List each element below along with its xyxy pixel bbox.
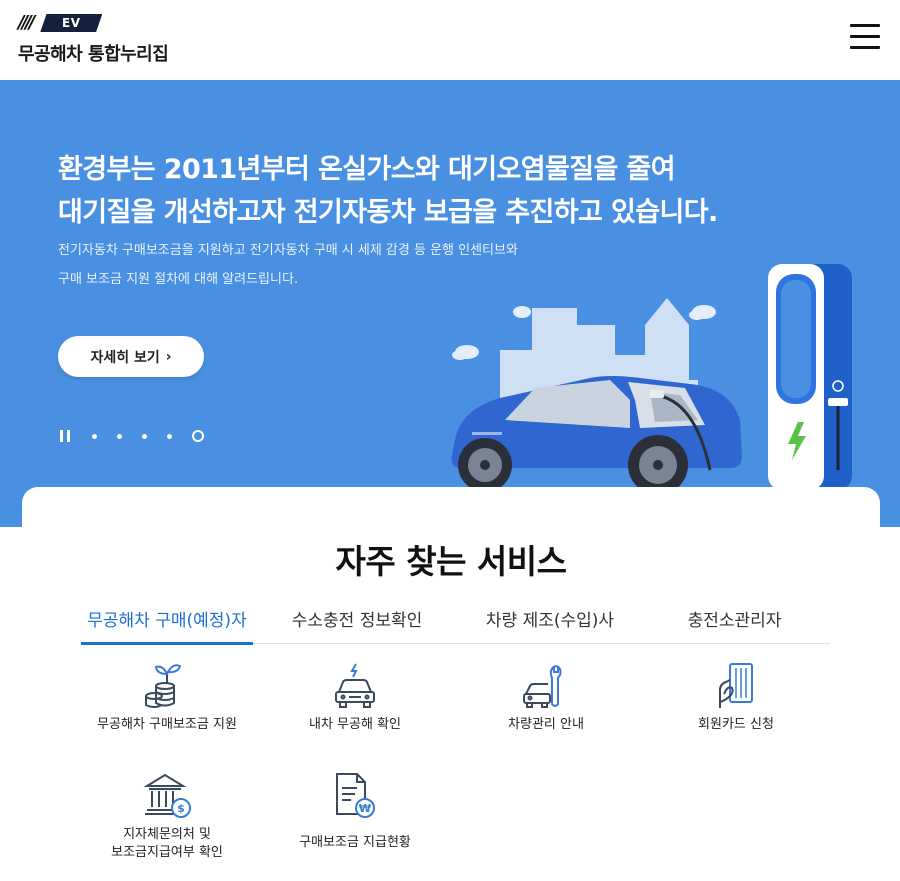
service-label: 차량관리 안내 — [508, 717, 584, 732]
document-won-icon: ₩ — [336, 773, 375, 818]
tab-manufacturer[interactable]: 차량 제조(수입)사 — [461, 600, 639, 644]
view-details-button[interactable]: 자세히 보기 › — [58, 336, 204, 377]
site-logo[interactable]: //// EV 무공해차 통합누리집 — [18, 14, 169, 66]
pause-icon[interactable] — [60, 430, 70, 442]
slide-dot[interactable] — [117, 433, 122, 439]
logo-ev-badge: EV — [40, 14, 103, 32]
section-title: 자주 찾는 서비스 — [335, 542, 568, 581]
view-details-label: 자세히 보기 — [90, 349, 160, 366]
service-label-line: 보조금지급여부 확인 — [111, 845, 223, 860]
card-hand-icon — [719, 663, 753, 708]
service-my-car-check[interactable]: 내차 무공해 확인 — [255, 662, 455, 734]
tab-buyer[interactable]: 무공해차 구매(예정)자 — [81, 600, 253, 645]
hero-banner: 환경부는 2011년부터 온실가스와 대기오염물질을 줄여 대기질을 개선하고자… — [0, 80, 900, 527]
frequent-services-card: 자주 찾는 서비스 무공해차 구매(예정)자 수소충전 정보확인 차량 제조(수… — [22, 487, 880, 881]
service-member-card[interactable]: 회원카드 신청 — [636, 662, 836, 734]
service-label-line: 지자체문의처 및 — [123, 827, 211, 842]
slide-dot[interactable] — [92, 433, 97, 439]
site-header: //// EV 무공해차 통합누리집 — [0, 0, 900, 80]
logo-slashes-icon: //// — [18, 12, 35, 33]
service-local-gov-inquiry[interactable]: $ 지자체문의처 및 보조금지급여부 확인 — [67, 772, 267, 862]
hero-title-line: 환경부는 2011년부터 온실가스와 대기오염물질을 줄여 — [58, 154, 676, 185]
car-wheel — [458, 438, 512, 492]
service-label: 내차 무공해 확인 — [309, 717, 401, 732]
hero-title: 환경부는 2011년부터 온실가스와 대기오염물질을 줄여 대기질을 개선하고자… — [58, 148, 718, 234]
service-label: 구매보조금 지급현황 — [299, 835, 411, 850]
service-subsidy-status[interactable]: ₩ 구매보조금 지급현황 — [255, 772, 455, 852]
logo-mark: //// EV — [18, 14, 168, 32]
slide-pager — [60, 430, 224, 442]
service-car-management[interactable]: 차량관리 안내 — [446, 662, 646, 734]
services-tabs: 무공해차 구매(예정)자 수소충전 정보확인 차량 제조(수입)사 충전소관리자 — [81, 600, 830, 645]
service-label: 지자체문의처 및 보조금지급여부 확인 — [67, 826, 267, 862]
car-wrench-icon — [523, 665, 562, 708]
tab-hydrogen-info[interactable]: 수소충전 정보확인 — [253, 600, 461, 644]
service-label: 회원카드 신청 — [698, 717, 774, 732]
electric-car-icon — [335, 663, 375, 708]
logo-text: 무공해차 통합누리집 — [18, 44, 169, 65]
slide-dot[interactable] — [167, 433, 172, 439]
service-subsidy-support[interactable]: 무공해차 구매보조금 지원 — [67, 662, 267, 734]
tab-charger-manager[interactable]: 충전소관리자 — [639, 600, 830, 644]
car-wheel — [628, 435, 688, 495]
coins-plant-icon — [145, 664, 182, 708]
chevron-right-icon: › — [165, 348, 172, 365]
svg-text:₩: ₩ — [359, 802, 371, 815]
svg-text:$: $ — [177, 802, 185, 815]
ev-charger — [768, 264, 852, 490]
service-label: 무공해차 구매보조금 지원 — [97, 717, 237, 732]
slide-dot[interactable] — [142, 433, 147, 439]
slide-dot-active[interactable] — [192, 430, 204, 442]
bank-dollar-icon: $ — [143, 773, 191, 818]
hamburger-menu-icon[interactable] — [850, 24, 880, 52]
hero-title-line: 대기질을 개선하고자 전기자동차 보급을 추진하고 있습니다. — [58, 197, 718, 228]
